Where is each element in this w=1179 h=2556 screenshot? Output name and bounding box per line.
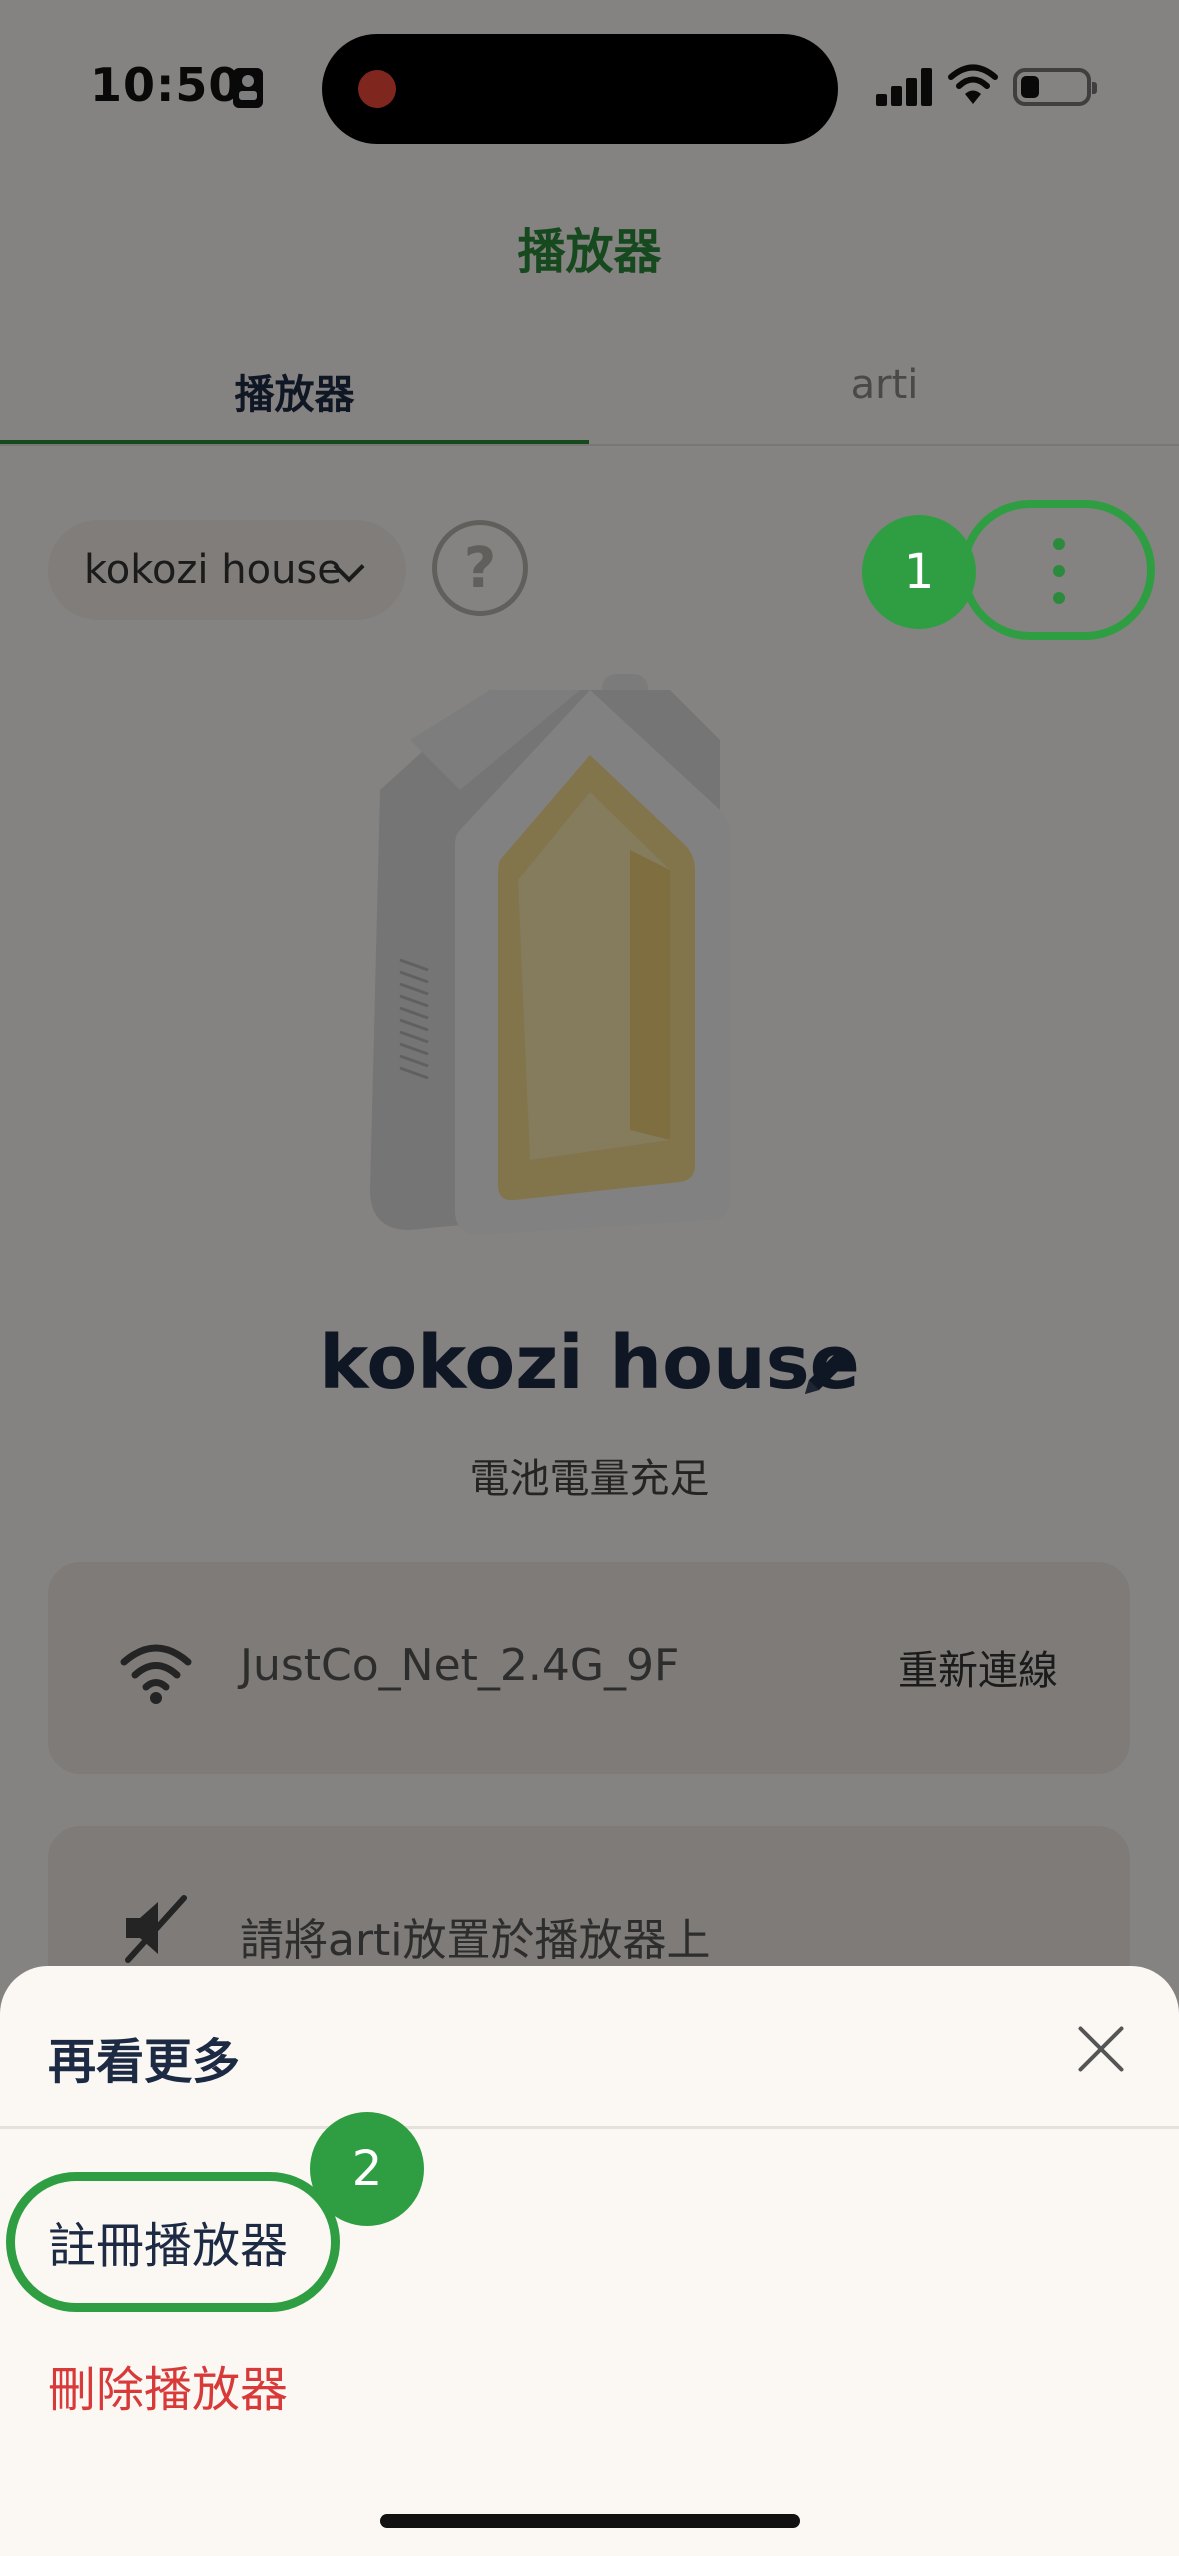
sheet-divider — [0, 2126, 1179, 2129]
step-badge-2: 2 — [310, 2112, 424, 2226]
sheet-title: 再看更多 — [48, 2034, 241, 2090]
home-indicator — [380, 2514, 800, 2528]
step-badge-1: 1 — [862, 515, 976, 629]
register-player-button[interactable]: 註冊播放器 — [48, 2206, 288, 2276]
more-options-sheet: 再看更多 註冊播放器 2 刪除播放器 — [0, 1966, 1179, 2556]
more-options-button[interactable] — [960, 500, 1155, 640]
close-icon[interactable] — [1074, 2022, 1128, 2076]
delete-player-button[interactable]: 刪除播放器 — [48, 2350, 288, 2420]
